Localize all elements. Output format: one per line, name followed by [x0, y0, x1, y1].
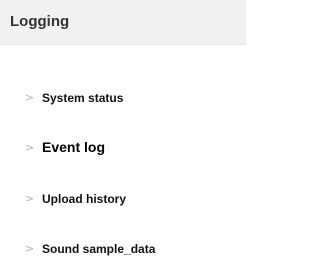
nav-item-label: Event log [42, 139, 106, 155]
nav-item-label: System status [42, 91, 124, 105]
nav-item-system-status[interactable]: > System status [0, 85, 246, 111]
chevron-right-icon: > [25, 242, 35, 255]
chevron-right-icon: > [25, 192, 35, 205]
panel-title: Logging [10, 13, 70, 30]
nav-item-label: Sound sample_data [42, 242, 156, 256]
chevron-right-icon: > [25, 91, 35, 104]
nav-item-label: Upload history [42, 192, 127, 206]
logging-panel: Logging > System status > Event log > Up… [0, 0, 246, 265]
panel-header: Logging [0, 0, 246, 45]
chevron-right-icon: > [25, 141, 35, 154]
nav-item-sound-sample-data[interactable]: > Sound sample_data [0, 236, 246, 262]
nav-item-upload-history[interactable]: > Upload history [0, 186, 246, 212]
nav-item-event-log[interactable]: > Event log [0, 135, 246, 161]
